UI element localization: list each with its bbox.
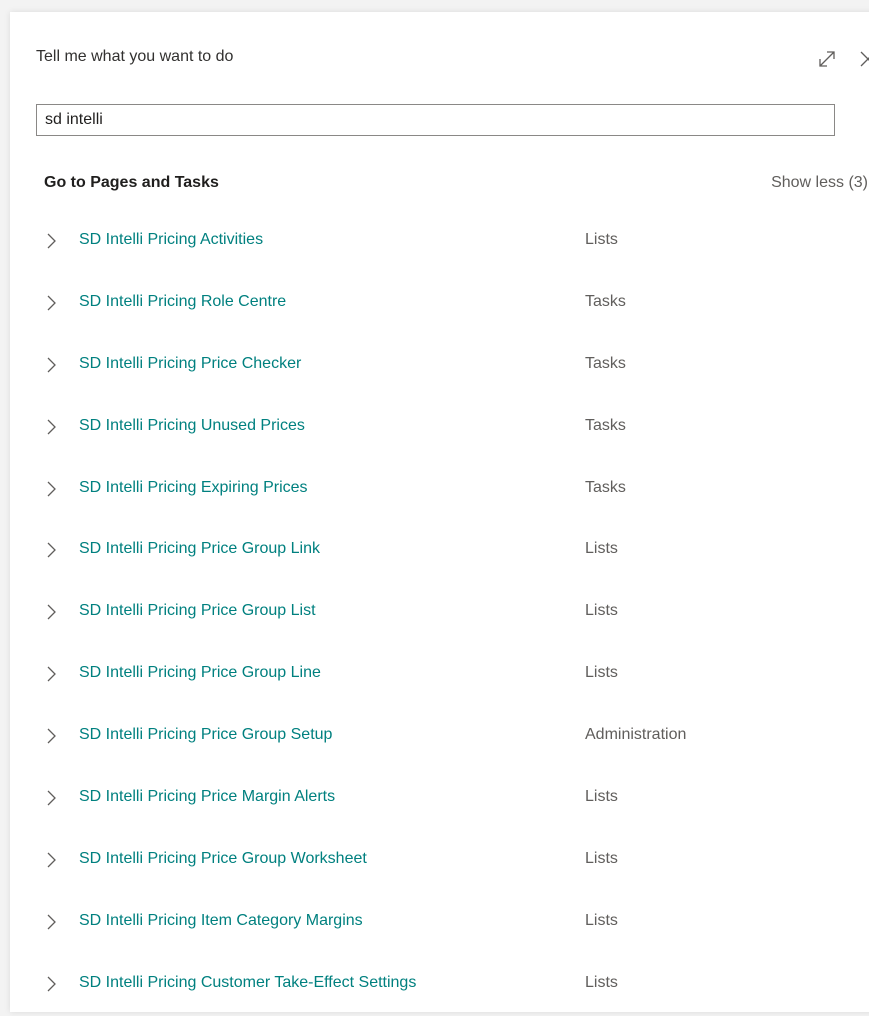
result-name-link[interactable]: SD Intelli Pricing Price Margin Alerts xyxy=(79,788,335,806)
result-row[interactable]: SD Intelli Pricing Price Group Link List… xyxy=(10,520,869,582)
chevron-right-icon[interactable] xyxy=(44,418,58,436)
chevron-right-icon[interactable] xyxy=(44,975,58,993)
result-category: Administration xyxy=(585,726,687,744)
chevron-right-icon[interactable] xyxy=(44,665,58,683)
result-row[interactable]: SD Intelli Pricing Price Margin Alerts L… xyxy=(10,768,869,830)
result-category: Tasks xyxy=(585,292,626,310)
result-name-link[interactable]: SD Intelli Pricing Price Checker xyxy=(79,355,301,373)
chevron-right-icon[interactable] xyxy=(44,789,58,807)
result-row[interactable]: SD Intelli Pricing Price Group Line List… xyxy=(10,644,869,706)
result-name-link[interactable]: SD Intelli Pricing Price Group Link xyxy=(79,540,320,558)
result-name-link[interactable]: SD Intelli Pricing Price Group List xyxy=(79,602,316,620)
expand-button[interactable] xyxy=(816,48,838,70)
result-category: Tasks xyxy=(585,354,626,372)
result-row[interactable]: SD Intelli Pricing Price Group List List… xyxy=(10,582,869,644)
result-row[interactable]: SD Intelli Pricing Price Group Worksheet… xyxy=(10,830,869,892)
result-category: Lists xyxy=(585,973,618,991)
result-category: Lists xyxy=(585,231,618,248)
result-category: Lists xyxy=(585,540,618,558)
result-name-link[interactable]: SD Intelli Pricing Item Category Margins xyxy=(79,912,363,930)
expand-icon xyxy=(819,51,835,67)
show-less-link[interactable]: Show less (3) xyxy=(771,174,868,192)
result-row[interactable]: SD Intelli Pricing Unused Prices Tasks xyxy=(10,397,869,459)
result-row[interactable]: SD Intelli Pricing Activities Lists xyxy=(10,211,869,273)
result-category: Tasks xyxy=(585,478,626,496)
result-category: Lists xyxy=(585,664,618,682)
chevron-right-icon[interactable] xyxy=(44,480,58,498)
result-name-link[interactable]: SD Intelli Pricing Customer Take-Effect … xyxy=(79,974,416,992)
section-header: Go to Pages and Tasks xyxy=(44,174,219,191)
chevron-right-icon[interactable] xyxy=(44,356,58,374)
chevron-right-icon[interactable] xyxy=(44,913,58,931)
tell-me-dialog: Tell me what you want to do Go to Pages … xyxy=(10,12,869,1012)
results-list: SD Intelli Pricing Activities Lists SD I… xyxy=(10,211,869,1016)
result-name-link[interactable]: SD Intelli Pricing Price Group Setup xyxy=(79,726,332,744)
chevron-right-icon[interactable] xyxy=(44,603,58,621)
result-name-link[interactable]: SD Intelli Pricing Expiring Prices xyxy=(79,479,308,497)
result-row[interactable]: SD Intelli Pricing Expiring Prices Tasks xyxy=(10,459,869,521)
chevron-right-icon[interactable] xyxy=(44,294,58,312)
result-row[interactable]: SD Intelli Pricing Price Checker Tasks xyxy=(10,335,869,397)
chevron-right-icon[interactable] xyxy=(44,232,58,250)
chevron-right-icon[interactable] xyxy=(44,851,58,869)
close-icon xyxy=(860,51,869,67)
result-row[interactable]: SD Intelli Pricing Price Group Setup Adm… xyxy=(10,706,869,768)
result-category: Lists xyxy=(585,911,618,929)
result-row[interactable]: SD Intelli Pricing Role Centre Tasks xyxy=(10,273,869,335)
search-field[interactable] xyxy=(36,104,835,136)
chevron-right-icon[interactable] xyxy=(44,727,58,745)
result-name-link[interactable]: SD Intelli Pricing Activities xyxy=(79,231,263,249)
result-name-link[interactable]: SD Intelli Pricing Role Centre xyxy=(79,293,286,311)
dialog-title: Tell me what you want to do xyxy=(36,48,234,65)
close-button[interactable] xyxy=(857,48,869,70)
result-category: Lists xyxy=(585,602,618,620)
chevron-right-icon[interactable] xyxy=(44,541,58,559)
result-name-link[interactable]: SD Intelli Pricing Price Group Line xyxy=(79,664,321,682)
result-category: Lists xyxy=(585,788,618,806)
result-row[interactable]: SD Intelli Pricing Customer Take-Effect … xyxy=(10,954,869,1016)
result-name-link[interactable]: SD Intelli Pricing Unused Prices xyxy=(79,417,305,435)
result-name-link[interactable]: SD Intelli Pricing Price Group Worksheet xyxy=(79,850,367,868)
result-category: Lists xyxy=(585,849,618,867)
search-input[interactable] xyxy=(37,105,834,135)
result-row[interactable]: SD Intelli Pricing Item Category Margins… xyxy=(10,892,869,954)
result-category: Tasks xyxy=(585,416,626,434)
